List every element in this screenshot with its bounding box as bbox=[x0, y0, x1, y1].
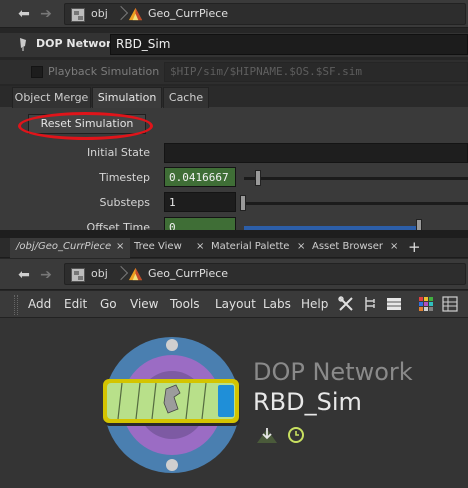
forward-arrow-icon[interactable]: ➔ bbox=[38, 6, 54, 22]
display-flag[interactable] bbox=[218, 385, 234, 417]
tab-material-palette-label: Material Palette bbox=[211, 241, 290, 252]
toolbar-handle[interactable] bbox=[14, 295, 18, 315]
menu-go[interactable]: Go bbox=[100, 297, 117, 311]
input-connector[interactable] bbox=[166, 339, 178, 351]
timestep-label: Timestep bbox=[99, 171, 150, 184]
tab-cache[interactable]: Cache bbox=[163, 87, 209, 108]
breadcrumb-obj[interactable]: obj bbox=[91, 267, 108, 280]
output-connector[interactable] bbox=[166, 459, 178, 471]
close-icon[interactable]: × bbox=[196, 241, 204, 252]
tab-asset-browser[interactable]: Asset Browser × bbox=[306, 238, 400, 258]
menu-labs[interactable]: Labs bbox=[263, 297, 291, 311]
menu-layout[interactable]: Layout bbox=[215, 297, 256, 311]
network-editor[interactable]: DOP Network RBD_Sim bbox=[0, 318, 468, 488]
node-type-label: DOP Network bbox=[36, 37, 119, 50]
tab-material-palette[interactable]: Material Palette × bbox=[205, 238, 306, 258]
close-icon[interactable]: × bbox=[390, 241, 398, 252]
timestep-slider[interactable] bbox=[244, 177, 468, 180]
tab-tree-view[interactable]: Tree View × bbox=[128, 238, 204, 258]
menu-add[interactable]: Add bbox=[28, 297, 51, 311]
menu-help[interactable]: Help bbox=[301, 297, 328, 311]
substeps-field[interactable]: 1 bbox=[164, 192, 236, 212]
close-icon[interactable]: × bbox=[116, 241, 124, 252]
dop-network-node[interactable] bbox=[100, 333, 245, 483]
obj-network-icon bbox=[71, 268, 85, 282]
parameter-header: DOP Network RBD_Sim bbox=[0, 33, 468, 57]
network-breadcrumb: obj Geo_CurrPiece bbox=[64, 263, 466, 285]
node-name-caption[interactable]: RBD_Sim bbox=[253, 388, 362, 416]
list-icon[interactable] bbox=[386, 296, 402, 312]
menu-view[interactable]: View bbox=[130, 297, 158, 311]
initial-state-field[interactable] bbox=[164, 143, 468, 163]
network-menu-bar: Add Edit Go View Tools Layout Labs Help bbox=[0, 290, 468, 318]
geometry-node-icon bbox=[128, 7, 143, 21]
tab-simulation[interactable]: Simulation bbox=[92, 87, 162, 108]
playback-row: Playback Simulation $HIP/sim/$HIPNAME.$O… bbox=[0, 60, 468, 84]
obj-network-icon bbox=[71, 8, 85, 22]
node-name-field[interactable]: RBD_Sim bbox=[110, 34, 468, 55]
substeps-label: Substeps bbox=[99, 196, 150, 209]
forward-arrow-icon[interactable]: ➔ bbox=[38, 267, 54, 283]
offset-time-label: Offset Time bbox=[86, 221, 150, 230]
color-palette-icon[interactable] bbox=[418, 296, 434, 312]
timestep-field[interactable]: 0.0416667 bbox=[164, 167, 236, 187]
wrench-scissors-icon[interactable] bbox=[338, 296, 354, 312]
parameter-tabs: Object Merge Simulation Cache bbox=[0, 86, 468, 108]
offset-time-field[interactable]: 0 bbox=[164, 217, 236, 230]
close-icon[interactable]: × bbox=[297, 241, 305, 252]
tab-tree-view-label: Tree View bbox=[134, 241, 182, 252]
geometry-node-icon bbox=[128, 267, 143, 281]
timestep-slider-handle[interactable] bbox=[255, 170, 261, 186]
breadcrumb-geo-currpiece[interactable]: Geo_CurrPiece bbox=[148, 7, 228, 20]
substeps-slider[interactable] bbox=[244, 202, 468, 205]
breadcrumb-separator-icon bbox=[115, 264, 125, 286]
menu-edit[interactable]: Edit bbox=[64, 297, 87, 311]
breadcrumb-separator-icon bbox=[115, 4, 125, 26]
back-arrow-icon[interactable]: ⬅ bbox=[16, 6, 32, 22]
playback-simulation-label: Playback Simulation bbox=[48, 65, 160, 78]
breadcrumb: obj Geo_CurrPiece bbox=[64, 3, 466, 25]
tab-network-view-label: /obj/Geo_CurrPiece bbox=[16, 241, 112, 252]
pane-tab-bar: /obj/Geo_CurrPiece × Tree View × Materia… bbox=[0, 238, 468, 258]
substeps-slider-handle[interactable] bbox=[240, 195, 246, 211]
tree-layout-icon[interactable] bbox=[362, 296, 378, 312]
network-path-bar: ⬅ ➔ obj Geo_CurrPiece bbox=[0, 259, 468, 290]
breadcrumb-geo-currpiece[interactable]: Geo_CurrPiece bbox=[148, 267, 228, 280]
tab-asset-browser-label: Asset Browser bbox=[312, 241, 384, 252]
initial-state-label: Initial State bbox=[86, 146, 150, 159]
playback-simulation-checkbox[interactable] bbox=[31, 66, 43, 78]
add-tab-icon[interactable]: + bbox=[408, 238, 421, 256]
node-type-caption: DOP Network bbox=[253, 358, 413, 386]
offset-time-slider-handle[interactable] bbox=[416, 219, 422, 230]
highlight-annotation bbox=[18, 112, 153, 140]
breadcrumb-obj[interactable]: obj bbox=[91, 7, 108, 20]
menu-tools[interactable]: Tools bbox=[170, 297, 200, 311]
top-path-bar: ⬅ ➔ obj Geo_CurrPiece bbox=[0, 0, 468, 28]
dop-network-icon bbox=[20, 38, 26, 51]
grid-icon[interactable] bbox=[442, 296, 458, 312]
import-arrow-icon[interactable] bbox=[256, 426, 278, 444]
pane-divider[interactable] bbox=[0, 230, 468, 238]
playback-path-field[interactable]: $HIP/sim/$HIPNAME.$OS.$SF.sim bbox=[164, 62, 468, 82]
clock-icon[interactable] bbox=[287, 426, 305, 444]
tab-object-merge[interactable]: Object Merge bbox=[12, 87, 91, 108]
back-arrow-icon[interactable]: ⬅ bbox=[16, 267, 32, 283]
tab-network-view[interactable]: /obj/Geo_CurrPiece × bbox=[10, 238, 130, 258]
simulation-parameters: Reset Simulation Initial State Timestep … bbox=[0, 108, 468, 230]
